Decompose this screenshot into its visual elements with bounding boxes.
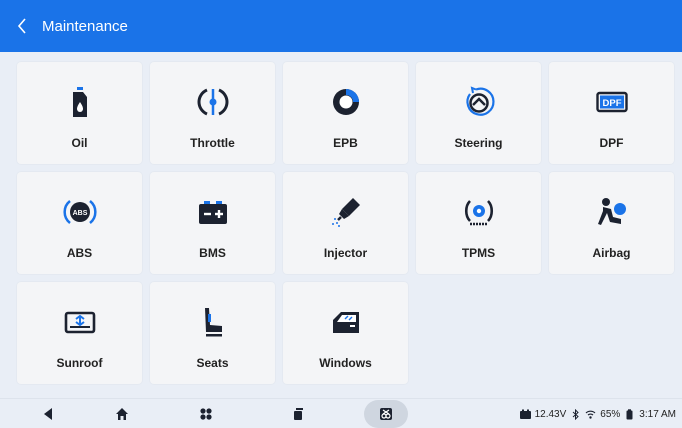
tpms-icon (459, 192, 499, 232)
car-battery-icon (519, 409, 531, 419)
tile-label: DPF (599, 136, 624, 150)
battery-level-icon (626, 408, 633, 419)
battery-icon (193, 192, 233, 232)
status-area: 12.43V 65% 3:17 AM (519, 399, 676, 428)
nav-apps-button[interactable] (186, 399, 226, 428)
wifi-icon (585, 410, 596, 419)
car-window-icon (326, 302, 366, 342)
back-button[interactable] (4, 0, 40, 52)
throttle-icon (193, 82, 233, 122)
apps-grid-icon (200, 408, 212, 420)
airbag-icon (592, 192, 632, 232)
maintenance-grid-area: Oil Throttle EPB Steering DPF DPF ABS AB… (0, 52, 682, 398)
tile-abs[interactable]: ABS ABS (17, 172, 142, 274)
system-nav-bar: 12.43V 65% 3:17 AM (0, 398, 682, 428)
clock: 3:17 AM (639, 408, 676, 420)
tile-tpms[interactable]: TPMS (416, 172, 541, 274)
bluetooth-icon (572, 408, 580, 420)
tile-label: Steering (454, 136, 503, 150)
voltage-readout: 12.43V (534, 408, 567, 420)
chevron-left-icon (17, 18, 26, 34)
nav-vci-button[interactable] (364, 400, 408, 428)
nav-back-button[interactable] (28, 399, 68, 428)
tile-dpf[interactable]: DPF DPF (549, 62, 674, 164)
tile-windows[interactable]: Windows (283, 282, 408, 384)
tile-label: EPB (333, 136, 358, 150)
vci-connector-icon (380, 408, 392, 420)
function-grid: Oil Throttle EPB Steering DPF DPF ABS AB… (17, 62, 674, 384)
nav-home-button[interactable] (102, 399, 142, 428)
oil-bottle-icon (60, 82, 100, 122)
steering-wheel-icon (459, 82, 499, 122)
tile-oil[interactable]: Oil (17, 62, 142, 164)
abs-icon: ABS (60, 192, 100, 232)
dpf-icon: DPF (592, 82, 632, 122)
tile-label: Sunroof (56, 356, 103, 370)
tile-throttle[interactable]: Throttle (150, 62, 275, 164)
epb-icon (326, 82, 366, 122)
tile-epb[interactable]: EPB (283, 62, 408, 164)
app-header: Maintenance (0, 0, 682, 52)
tile-steering[interactable]: Steering (416, 62, 541, 164)
recents-icon (294, 408, 303, 420)
sunroof-icon (60, 302, 100, 342)
injector-icon (326, 192, 366, 232)
battery-percent: 65% (600, 408, 621, 420)
home-icon (116, 408, 128, 420)
tile-label: Oil (71, 136, 88, 150)
tile-label: Injector (323, 246, 368, 260)
tile-injector[interactable]: Injector (283, 172, 408, 274)
tile-label: Windows (319, 356, 372, 370)
tile-label: BMS (199, 246, 226, 260)
abs-text: ABS (72, 210, 87, 217)
tile-label: TPMS (461, 246, 496, 260)
tile-sunroof[interactable]: Sunroof (17, 282, 142, 384)
tile-label: Seats (196, 356, 229, 370)
tile-label: Airbag (592, 246, 631, 260)
tile-bms[interactable]: BMS (150, 172, 275, 274)
dpf-text: DPF (602, 98, 621, 109)
tile-seats[interactable]: Seats (150, 282, 275, 384)
nav-recents-button[interactable] (278, 399, 318, 428)
tile-airbag[interactable]: Airbag (549, 172, 674, 274)
tile-label: ABS (66, 246, 93, 260)
page-title: Maintenance (42, 17, 128, 35)
seat-icon (193, 302, 233, 342)
tile-label: Throttle (190, 136, 235, 150)
triangle-back-icon (44, 408, 52, 420)
